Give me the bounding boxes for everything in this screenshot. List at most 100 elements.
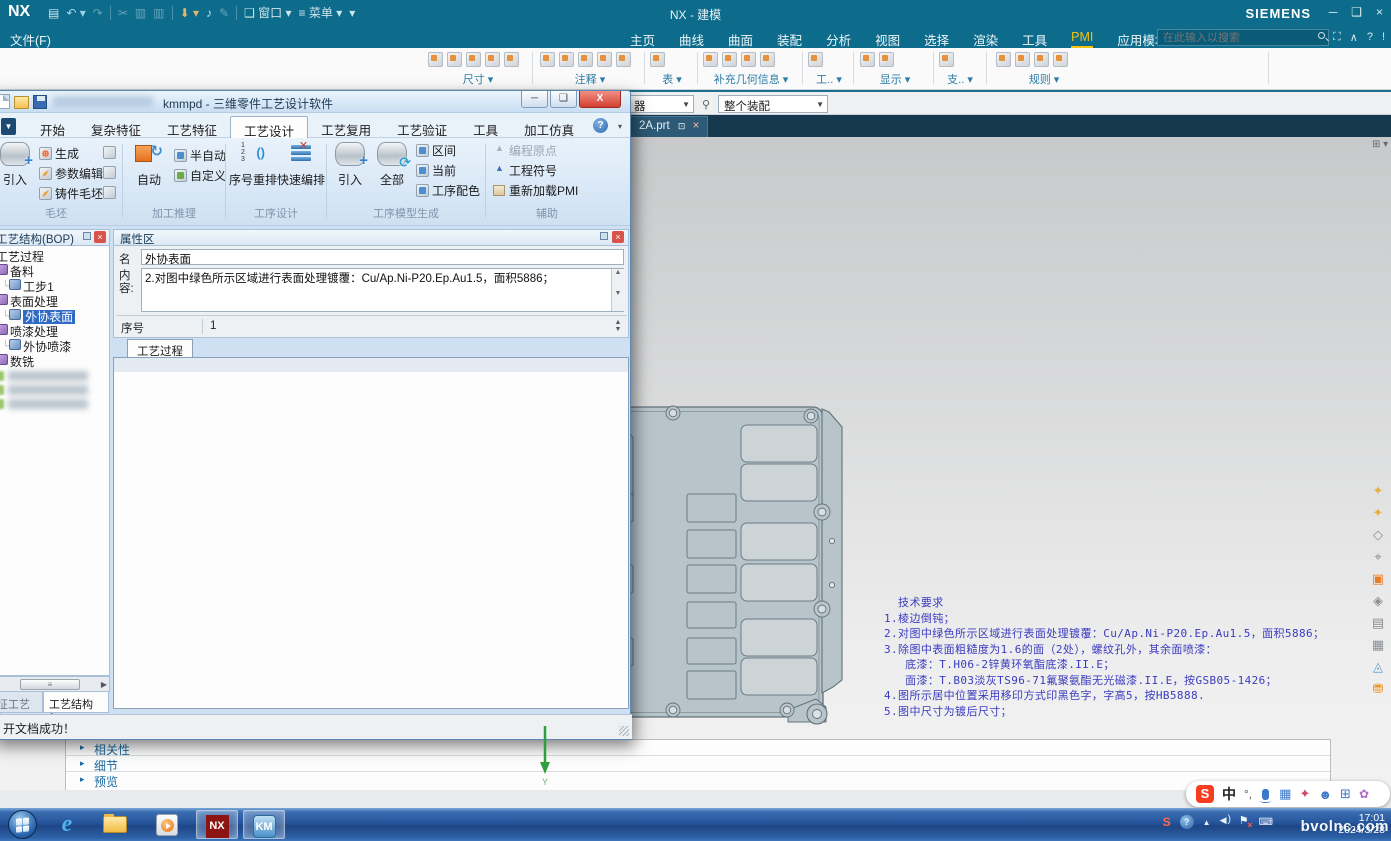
network-icon[interactable]: ⌨ [1259, 817, 1273, 828]
tree-hscrollbar[interactable]: ≡ ▶ [0, 676, 110, 692]
ribbon-icon[interactable] [597, 52, 612, 67]
ribbon-group-gong[interactable]: 工.. ▾ [808, 50, 850, 88]
name-field[interactable]: 外协表面 [141, 249, 624, 265]
plan-edit-icon[interactable]: ▤ [1370, 614, 1387, 631]
ribbon-icon[interactable] [703, 52, 718, 67]
program-origin-button[interactable]: 编程原点 [493, 142, 557, 160]
pin-icon[interactable] [83, 232, 91, 240]
expand-icon[interactable]: ▸ [80, 758, 85, 769]
part-model-view[interactable] [620, 377, 870, 732]
ribbon-icon[interactable] [559, 52, 574, 67]
mic-icon[interactable]: ♪ [206, 6, 212, 20]
ribbon-icon[interactable] [650, 52, 665, 67]
cut-icon[interactable]: ✂ [118, 6, 128, 20]
file-menu[interactable]: 文件(F) [10, 30, 51, 49]
expand-icon[interactable]: ▸ [80, 774, 85, 785]
datum-plane-icon[interactable]: ◇ [1370, 526, 1387, 543]
close-panel-icon[interactable]: × [94, 231, 106, 243]
tree-item-material-prep[interactable]: 备料 [0, 263, 34, 278]
pin-icon[interactable]: ⊡ [678, 121, 686, 131]
ribbon-icon[interactable] [504, 52, 519, 67]
start-button[interactable] [8, 810, 37, 839]
ribbon-icon[interactable] [808, 52, 823, 67]
action-center-icon[interactable] [1239, 816, 1250, 828]
quick-arrange-button[interactable]: ✕ 快速编排 [277, 142, 325, 188]
document-tab[interactable]: 2A.prt ⊡ × [630, 116, 708, 137]
new-doc-icon[interactable] [0, 94, 10, 109]
tab-pmi[interactable]: PMI [1071, 30, 1093, 49]
ribbon-group-table[interactable]: 表 ▾ [650, 50, 694, 88]
punctuation-icon[interactable]: °, [1244, 787, 1252, 801]
reload-pmi-button[interactable]: 重新加载PMI [493, 182, 578, 200]
bounded-cube-icon[interactable]: ◈ [1370, 592, 1387, 609]
collapse-ribbon-icon[interactable]: ∧ [1350, 31, 1358, 44]
mic-icon[interactable] [1262, 789, 1269, 800]
ribbon-icon[interactable] [722, 52, 737, 67]
tree-item-outsourced-surface[interactable]: └外协表面 [2, 308, 75, 323]
range-button[interactable]: 区间 [416, 142, 456, 160]
tree-item-outsourced-paint[interactable]: └外协喷漆 [2, 338, 71, 353]
main-menu[interactable]: ≡ 菜单 ▾ [299, 4, 343, 21]
keyboard-icon[interactable]: ▦ [1279, 786, 1291, 802]
navigator-row-preview[interactable]: ▸预览 [66, 772, 1330, 788]
ribbon-icon[interactable] [616, 52, 631, 67]
ribbon-group-display[interactable]: 显示 ▾ [860, 50, 930, 88]
blank-casting-button[interactable]: 铸件毛坯 [39, 185, 103, 203]
search-input[interactable] [1157, 29, 1329, 46]
selection-scope-dropdown[interactable]: 整个装配▼ [718, 95, 828, 113]
open-icon[interactable] [14, 96, 29, 109]
tab-process[interactable]: 工艺过程 [127, 339, 193, 358]
help-icon[interactable]: ? [1367, 31, 1373, 44]
ribbon-icon[interactable] [578, 52, 593, 67]
dialog-close-button[interactable]: X [579, 91, 621, 108]
tree-item-cnc-milling[interactable]: 数铣 [0, 353, 34, 368]
process-content-area[interactable] [113, 372, 629, 709]
tree-item-process-root[interactable]: 工艺过程 [0, 248, 44, 263]
tab-feature-process[interactable]: 征工艺(... [0, 692, 43, 713]
table-icon[interactable]: ▦ [1370, 636, 1387, 653]
opmodel-import-button[interactable]: + 引入 [330, 142, 370, 188]
sogou-logo[interactable]: S [1196, 785, 1214, 803]
ribbon-icon[interactable] [447, 52, 462, 67]
seq-spinner[interactable]: ▲▼ [612, 319, 624, 333]
tree-item-surface-treatment[interactable]: 表面处理 [0, 293, 58, 308]
blank-import-button[interactable]: + 引入 [0, 142, 37, 188]
taskbar-ie[interactable]: e [46, 810, 88, 839]
help-tray-icon[interactable]: ? [1180, 815, 1194, 829]
measure-icon[interactable]: ⌖ [1370, 548, 1387, 565]
ribbon-icon[interactable] [466, 52, 481, 67]
ime-lang-toggle[interactable]: 中 [1222, 784, 1236, 804]
content-scrollbar[interactable]: ▲▼ [611, 269, 624, 311]
tab-curve[interactable]: 曲线 [679, 30, 704, 49]
ribbon-icon[interactable] [939, 52, 954, 67]
content-field[interactable]: 2.对图中绿色所示区域进行表面处理镀覆：Cu/Ap.Ni-P20.Ep.Au1.… [141, 268, 624, 312]
pin-icon[interactable] [600, 232, 608, 240]
dialog-minimize-button[interactable]: ─ [521, 91, 548, 108]
op-coloring-button[interactable]: 工序配色 [416, 182, 480, 200]
blank-generate-button[interactable]: 生成 [39, 145, 79, 163]
auto-button[interactable]: ↻ 自动 [127, 142, 171, 188]
paste-icon[interactable]: ▥ [153, 6, 164, 20]
cylinder-icon[interactable]: ⛃ [1370, 680, 1387, 697]
alert-icon[interactable]: ! [1382, 31, 1385, 44]
save-icon[interactable] [33, 95, 47, 109]
dialog-help-icon[interactable]: ? [593, 118, 608, 133]
window-menu[interactable]: ❑ 窗口 ▾ [244, 4, 291, 21]
dialog-file-button[interactable]: ▼ [1, 118, 16, 135]
fullscreen-icon[interactable]: ⛶ [1333, 31, 1341, 44]
cube-top-icon[interactable]: ◬ [1370, 658, 1387, 675]
restore-button[interactable]: ❑ [1351, 5, 1362, 19]
taskbar-explorer[interactable] [94, 810, 136, 839]
tab-process-structure[interactable]: 工艺结构(... [43, 692, 109, 713]
navigator-row-dependencies[interactable]: ▸相关性 [66, 740, 1330, 756]
filter-icon[interactable]: ⚲ [702, 98, 710, 111]
tree-item-step1[interactable]: └工步1 [2, 278, 54, 293]
tab-surface[interactable]: 曲面 [728, 30, 753, 49]
selection-filter-dropdown[interactable]: 器▼ [628, 95, 694, 113]
ribbon-group-annotations[interactable]: 注释 ▾ [540, 50, 640, 88]
tree-item-paint-treatment[interactable]: 喷漆处理 [0, 323, 58, 338]
ribbon-icon[interactable] [760, 52, 775, 67]
ribbon-group-rules[interactable]: 规则 ▾ [996, 50, 1092, 88]
star-effect-icon[interactable]: ✦ [1370, 504, 1387, 521]
copy-icon[interactable]: ▥ [135, 6, 146, 20]
